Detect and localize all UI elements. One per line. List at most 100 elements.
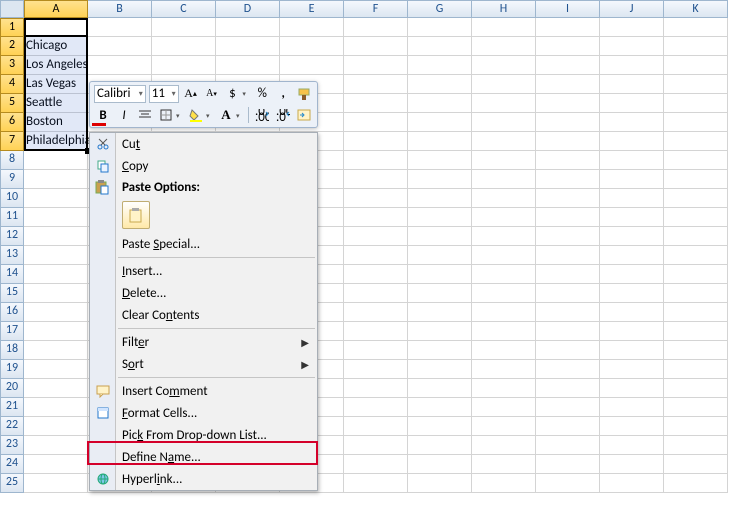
cell-J10[interactable] xyxy=(600,189,664,208)
cell-I2[interactable] xyxy=(536,37,600,56)
cell-K14[interactable] xyxy=(664,265,728,284)
cell-F23[interactable] xyxy=(344,436,408,455)
cell-A7[interactable]: Philadelphia xyxy=(24,132,88,151)
menu-copy[interactable]: Copy xyxy=(90,155,317,177)
cell-K3[interactable] xyxy=(664,56,728,75)
cell-I16[interactable] xyxy=(536,303,600,322)
cell-H25[interactable] xyxy=(472,474,536,493)
menu-sort[interactable]: Sort▶ xyxy=(90,353,317,375)
row-header-17[interactable]: 17 xyxy=(0,322,24,341)
italic-icon[interactable]: I xyxy=(115,106,133,124)
cell-A4[interactable]: Las Vegas xyxy=(24,75,88,94)
cell-I14[interactable] xyxy=(536,265,600,284)
row-header-3[interactable]: 3 xyxy=(0,56,24,75)
font-name-select[interactable]: Calibri▾ xyxy=(94,85,146,103)
cell-F19[interactable] xyxy=(344,360,408,379)
cell-A20[interactable] xyxy=(24,379,88,398)
cell-H11[interactable] xyxy=(472,208,536,227)
cell-F10[interactable] xyxy=(344,189,408,208)
column-header-J[interactable]: J xyxy=(600,0,664,18)
cell-E1[interactable] xyxy=(280,18,344,37)
cell-F3[interactable] xyxy=(344,56,408,75)
column-header-G[interactable]: G xyxy=(408,0,472,18)
cell-D2[interactable] xyxy=(216,37,280,56)
cell-G13[interactable] xyxy=(408,246,472,265)
cell-B2[interactable] xyxy=(88,37,152,56)
cell-F22[interactable] xyxy=(344,417,408,436)
cell-I12[interactable] xyxy=(536,227,600,246)
cell-G25[interactable] xyxy=(408,474,472,493)
menu-insert-comment[interactable]: Insert Comment xyxy=(90,380,317,402)
cell-K24[interactable] xyxy=(664,455,728,474)
cell-A25[interactable] xyxy=(24,474,88,493)
cell-J20[interactable] xyxy=(600,379,664,398)
cell-F14[interactable] xyxy=(344,265,408,284)
cell-A14[interactable] xyxy=(24,265,88,284)
cell-G3[interactable] xyxy=(408,56,472,75)
cell-H16[interactable] xyxy=(472,303,536,322)
menu-pick-from-list[interactable]: Pick From Drop-down List... xyxy=(90,424,317,446)
cell-J8[interactable] xyxy=(600,151,664,170)
cell-A10[interactable] xyxy=(24,189,88,208)
row-header-23[interactable]: 23 xyxy=(0,436,24,455)
cell-J4[interactable] xyxy=(600,75,664,94)
cell-G15[interactable] xyxy=(408,284,472,303)
cell-H5[interactable] xyxy=(472,94,536,113)
cell-D3[interactable] xyxy=(216,56,280,75)
cell-D1[interactable] xyxy=(216,18,280,37)
row-header-1[interactable]: 1 xyxy=(0,18,24,37)
cell-H12[interactable] xyxy=(472,227,536,246)
format-painter-icon[interactable] xyxy=(295,85,313,103)
cell-A5[interactable]: Seattle xyxy=(24,94,88,113)
cell-F8[interactable] xyxy=(344,151,408,170)
cell-I9[interactable] xyxy=(536,170,600,189)
column-header-B[interactable]: B xyxy=(88,0,152,18)
cell-J7[interactable] xyxy=(600,132,664,151)
row-header-18[interactable]: 18 xyxy=(0,341,24,360)
decrease-font-icon[interactable]: A▾ xyxy=(203,85,221,103)
cell-H13[interactable] xyxy=(472,246,536,265)
cell-G6[interactable] xyxy=(408,113,472,132)
cell-J17[interactable] xyxy=(600,322,664,341)
cell-A15[interactable] xyxy=(24,284,88,303)
cell-K21[interactable] xyxy=(664,398,728,417)
cell-G11[interactable] xyxy=(408,208,472,227)
font-size-select[interactable]: 11▾ xyxy=(149,85,179,103)
cell-H4[interactable] xyxy=(472,75,536,94)
cell-I17[interactable] xyxy=(536,322,600,341)
cell-A16[interactable] xyxy=(24,303,88,322)
cell-J23[interactable] xyxy=(600,436,664,455)
cell-H7[interactable] xyxy=(472,132,536,151)
cell-A6[interactable]: Boston xyxy=(24,113,88,132)
cell-H15[interactable] xyxy=(472,284,536,303)
cell-J16[interactable] xyxy=(600,303,664,322)
cell-I22[interactable] xyxy=(536,417,600,436)
cell-K6[interactable] xyxy=(664,113,728,132)
column-header-E[interactable]: E xyxy=(280,0,344,18)
row-header-4[interactable]: 4 xyxy=(0,75,24,94)
cell-K8[interactable] xyxy=(664,151,728,170)
cell-H14[interactable] xyxy=(472,265,536,284)
cell-G23[interactable] xyxy=(408,436,472,455)
cell-K13[interactable] xyxy=(664,246,728,265)
cell-F13[interactable] xyxy=(344,246,408,265)
cell-H20[interactable] xyxy=(472,379,536,398)
cell-G14[interactable] xyxy=(408,265,472,284)
cell-H6[interactable] xyxy=(472,113,536,132)
dropdown-arrow-icon[interactable]: ▾ xyxy=(176,111,184,120)
dropdown-arrow-icon[interactable]: ▾ xyxy=(242,89,250,98)
cell-K23[interactable] xyxy=(664,436,728,455)
cell-I20[interactable] xyxy=(536,379,600,398)
row-header-20[interactable]: 20 xyxy=(0,379,24,398)
menu-format-cells[interactable]: Format Cells... xyxy=(90,402,317,424)
row-header-10[interactable]: 10 xyxy=(0,189,24,208)
cell-J2[interactable] xyxy=(600,37,664,56)
cell-I21[interactable] xyxy=(536,398,600,417)
cell-J1[interactable] xyxy=(600,18,664,37)
cell-K11[interactable] xyxy=(664,208,728,227)
cell-I3[interactable] xyxy=(536,56,600,75)
cell-A18[interactable] xyxy=(24,341,88,360)
row-header-6[interactable]: 6 xyxy=(0,113,24,132)
cell-G18[interactable] xyxy=(408,341,472,360)
cell-I10[interactable] xyxy=(536,189,600,208)
